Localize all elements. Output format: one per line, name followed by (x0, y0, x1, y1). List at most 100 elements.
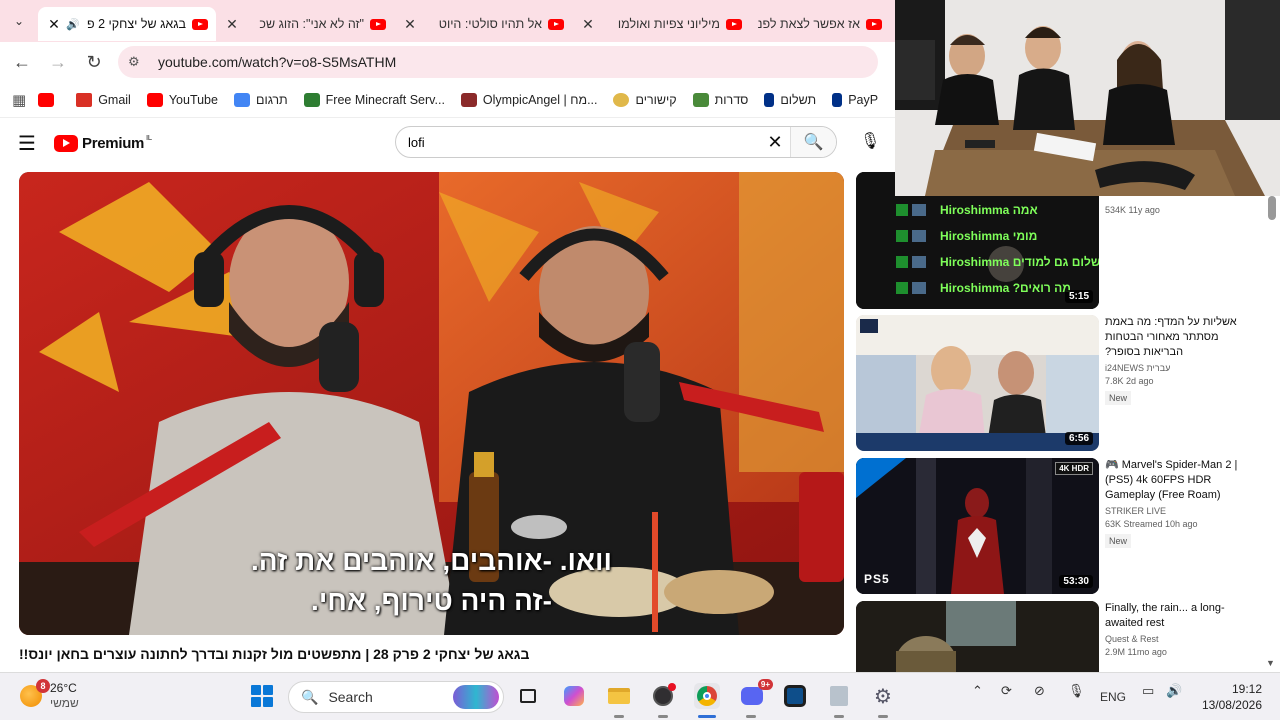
display-icon[interactable]: ▭ (1142, 683, 1154, 699)
youtube-favicon-icon (370, 18, 386, 30)
close-tab-icon[interactable]: ✕ (402, 16, 418, 33)
scrollbar-thumb[interactable] (1268, 196, 1276, 220)
video-title: בגאג של יצחקי 2 פרק 28 | מתפשטים מול זקנ… (19, 646, 530, 662)
thumbnail-image (856, 315, 1099, 451)
bookmark-0[interactable] (38, 92, 60, 107)
thumbnail[interactable]: 6:56 (856, 315, 1099, 451)
scroll-down-arrow-icon[interactable]: ▼ (1266, 658, 1275, 668)
ps5-logo: PS5 (864, 572, 890, 586)
clear-search-icon[interactable]: ✕ (760, 132, 790, 153)
bookmark-youtube[interactable]: YouTube (146, 92, 218, 107)
arrow-left-icon: ← (13, 51, 31, 72)
bookmark-series[interactable]: סדרות (692, 92, 748, 107)
chevron-up-icon[interactable]: ⌃ (972, 683, 983, 699)
menu-button[interactable]: ☰ (0, 131, 54, 156)
video-title[interactable]: Finally, the rain... a long-awaited rest (1105, 601, 1255, 631)
url-text: youtube.com/watch?v=o8-S5MsATHM (158, 54, 397, 70)
chrome-icon[interactable] (694, 683, 720, 709)
search-button[interactable]: 🔍 (790, 127, 836, 157)
clock-time: 19:12 (1231, 682, 1262, 696)
channel-name[interactable]: i24NEWS עברית (1105, 363, 1255, 373)
close-tab-icon[interactable]: ✕ (580, 16, 596, 33)
recommendation-1[interactable]: 6:56 אשליות על המדף: מה באמת מסתתר מאחור… (856, 315, 1256, 451)
no-network-icon[interactable]: ⊘ (1034, 683, 1045, 699)
minecraft-icon (303, 92, 320, 107)
obs-icon[interactable] (650, 683, 676, 709)
tab-title: בגאג של יצחקי 2 פ (86, 17, 186, 31)
webcam-overlay (895, 0, 1280, 196)
weather-temperature: 26°C (50, 681, 77, 695)
start-button[interactable] (249, 683, 275, 709)
file-explorer-icon[interactable] (606, 683, 632, 709)
chevron-down-icon: ⌄ (13, 14, 25, 28)
tab-1[interactable]: "זה לא אני": הזוג שכ ✕ (216, 7, 394, 41)
video-player[interactable]: וואו. -אוהבים, אוהבים את זה. -זה היה טיר… (19, 172, 844, 635)
microphone-icon[interactable]: 🎙 (1068, 683, 1085, 699)
reload-icon: ↻ (86, 51, 102, 72)
discord-icon[interactable]: 9+ (739, 679, 773, 709)
search-input[interactable] (396, 127, 760, 157)
bookmark-links[interactable]: קישורים (613, 92, 677, 107)
teamviewer-icon[interactable] (782, 683, 808, 709)
youtube-logo[interactable]: Premium IL (54, 134, 152, 152)
clock[interactable]: 19:12 13/08/2026 (1192, 681, 1262, 713)
channel-name[interactable]: Quest & Rest (1105, 634, 1255, 644)
apps-grid-icon[interactable]: ▦ (12, 91, 26, 109)
tab-2[interactable]: אל תהיו סולטי: היוט ✕ (394, 7, 572, 41)
bookmark-minecraft[interactable]: Free Minecraft Serv... (303, 92, 445, 107)
youtube-favicon-icon (866, 18, 882, 30)
thumbnail[interactable] (856, 601, 1099, 672)
tab-search-button[interactable]: ⌄ (0, 0, 38, 42)
youtube-favicon-icon (192, 18, 208, 30)
tab-4[interactable]: אז אפשר לצאת לפנ (750, 7, 890, 41)
speaker-icon[interactable]: 🔊 (66, 18, 80, 31)
sync-icon[interactable]: ⟳ (1001, 683, 1012, 699)
back-button[interactable]: ← (4, 44, 40, 80)
voice-search-icon[interactable]: 🎙 (860, 131, 880, 151)
thumbnail[interactable]: 4K HDR PS5 53:30 (856, 458, 1099, 594)
notification-badge: 8 (36, 679, 50, 693)
video-title[interactable]: אשליות על המדף: מה באמת מסתתר מאחורי הבט… (1105, 315, 1255, 360)
bookmark-paypal[interactable]: PayP (832, 92, 878, 107)
copilot-icon[interactable] (561, 683, 587, 709)
thumbnail-image (856, 601, 1099, 672)
weather-widget[interactable]: 8 26°C שמשי (20, 679, 79, 711)
thumbnail-image (856, 458, 1099, 594)
reload-button[interactable]: ↻ (76, 44, 112, 80)
webcam-image (895, 0, 1280, 196)
taskbar-search-label: Search (328, 689, 373, 705)
channel-name[interactable]: STRIKER LIVE (1105, 506, 1255, 516)
caption-line-2: -זה היה טירוף, אחי. (311, 585, 552, 616)
task-view-icon[interactable] (515, 683, 541, 709)
bookmark-olympicangel[interactable]: OlympicAngel | מח... (460, 92, 597, 107)
site-settings-icon[interactable]: ⚙ (128, 54, 150, 70)
youtube-header: ☰ Premium IL ✕ 🔍 🎙 (0, 118, 895, 168)
recommendation-3[interactable]: Finally, the rain... a long-awaited rest… (856, 601, 1256, 672)
windows-logo-icon (251, 685, 273, 707)
tab-title: אז אפשר לצאת לפנ (758, 17, 860, 31)
video-meta: 2.9M 11mo ago (1105, 647, 1167, 657)
close-tab-icon[interactable]: ✕ (224, 16, 240, 33)
recommendation-2[interactable]: 4K HDR PS5 53:30 🎮 Marvel's Spider-Man 2… (856, 458, 1256, 594)
video-info: אשליות על המדף: מה באמת מסתתר מאחורי הבט… (1105, 315, 1255, 406)
sun-icon: 8 (20, 679, 50, 707)
bookmark-translate[interactable]: תרגום (233, 92, 288, 107)
settings-icon[interactable]: ⚙ (870, 683, 896, 709)
tab-3[interactable]: מיליוני צפיות ואולמו ✕ (572, 7, 750, 41)
bookmarks-bar: ▦ Gmail YouTube תרגום Free Minecraft Ser… (0, 82, 895, 118)
address-bar[interactable]: ⚙ youtube.com/watch?v=o8-S5MsATHM (118, 46, 878, 78)
app-icon[interactable] (826, 683, 852, 709)
volume-icon[interactable]: 🔊 (1166, 683, 1182, 699)
close-tab-icon[interactable]: ✕ (46, 16, 62, 33)
mouse-cursor (0, 610, 8, 622)
avatar-icon (460, 92, 477, 107)
language-indicator[interactable]: ENG (1100, 690, 1126, 704)
video-title[interactable]: 🎮 Marvel's Spider-Man 2 | (PS5) 4k 60FPS… (1105, 458, 1255, 503)
bookmark-gmail[interactable]: Gmail (76, 92, 131, 107)
taskbar-search[interactable]: 🔍 Search (288, 681, 504, 713)
forward-button[interactable]: → (40, 44, 76, 80)
navigation-bar: ← → ↻ ⚙ youtube.com/watch?v=o8-S5MsATHM (0, 42, 895, 82)
tab-0[interactable]: בגאג של יצחקי 2 פ 🔊 ✕ (38, 7, 216, 41)
star-icon (613, 92, 630, 107)
bookmark-payment[interactable]: תשלום (764, 92, 816, 107)
